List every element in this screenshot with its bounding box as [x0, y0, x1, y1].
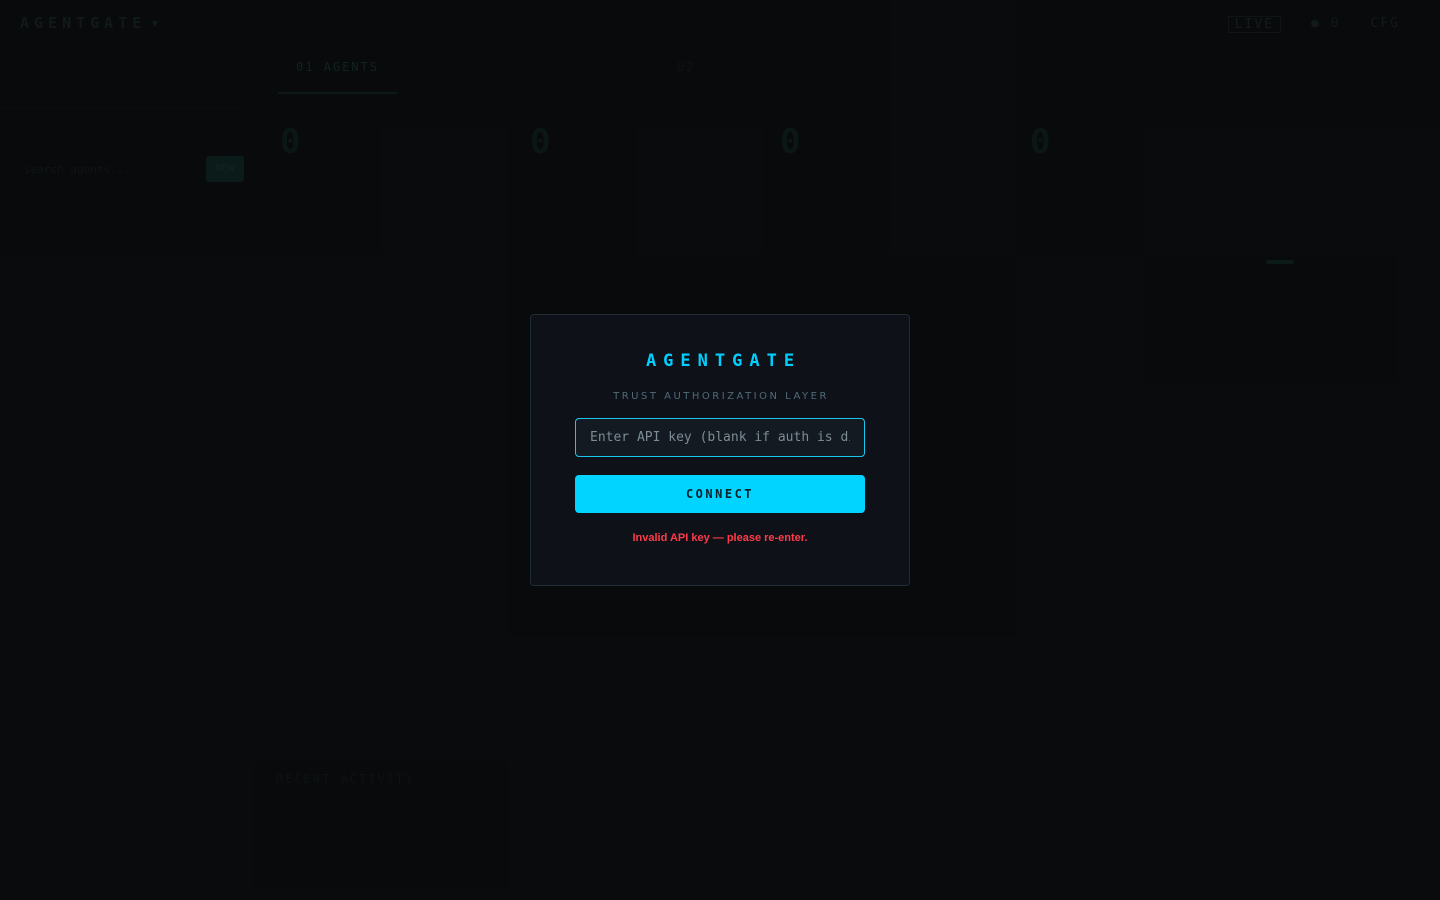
- api-key-input[interactable]: [575, 418, 865, 457]
- modal-subtitle: TRUST AUTHORIZATION LAYER: [613, 391, 829, 402]
- connect-button[interactable]: CONNECT: [575, 475, 865, 513]
- auth-modal: AGENTGATE TRUST AUTHORIZATION LAYER CONN…: [530, 314, 910, 586]
- error-message: Invalid API key — please re-enter.: [632, 532, 808, 544]
- modal-title: AGENTGATE: [645, 351, 802, 371]
